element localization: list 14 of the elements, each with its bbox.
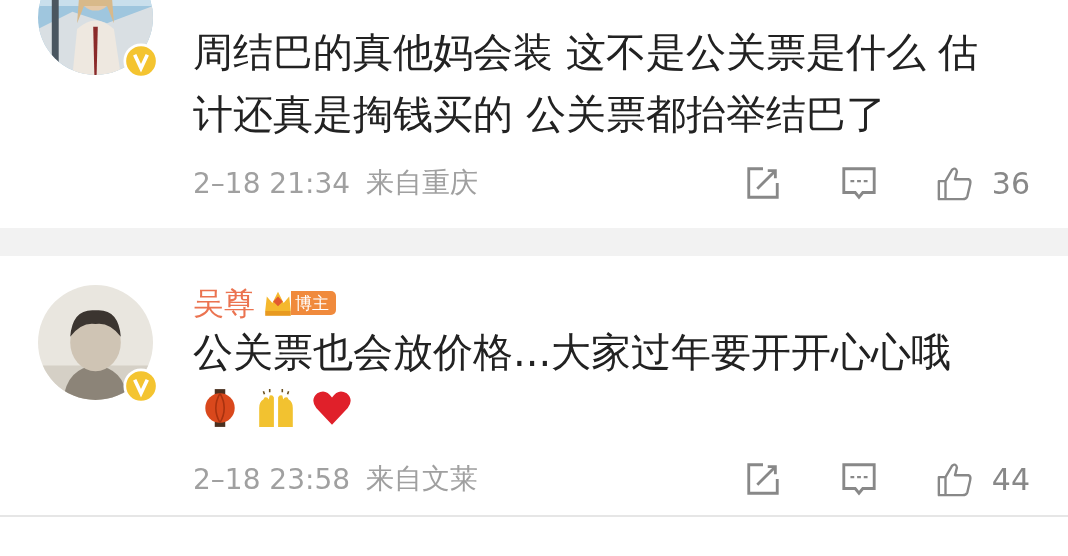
thumbs-up-icon[interactable] bbox=[935, 460, 974, 498]
username[interactable]: 吴尊 bbox=[193, 285, 255, 321]
timestamp: 2–18 21:34 bbox=[193, 166, 351, 200]
location-text: 来自文莱 bbox=[366, 461, 479, 497]
like-count: 36 bbox=[991, 165, 1030, 201]
badge-label: 博主 bbox=[291, 291, 336, 315]
comment-icon[interactable] bbox=[839, 164, 878, 202]
location-text: 来自重庆 bbox=[366, 165, 479, 201]
timestamp: 2–18 23:58 bbox=[193, 462, 351, 496]
comment-text: 周结巴的真他妈会装 这不是公关票是什么 估计还真是掏钱买的 公关票都抬举结巴了 bbox=[193, 28, 980, 139]
like-count: 44 bbox=[991, 461, 1030, 497]
comment-text: 公关票也会放价格...大家过年要开开心心哦 bbox=[193, 328, 953, 377]
comment-icon[interactable] bbox=[839, 460, 878, 498]
thumbs-up-icon[interactable] bbox=[935, 164, 974, 202]
